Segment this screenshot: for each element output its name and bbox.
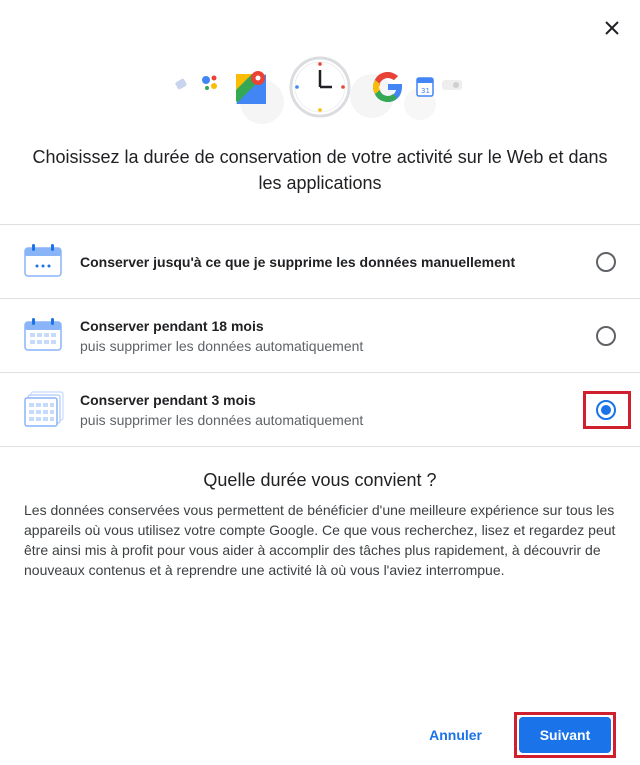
hero-illustration: 31 xyxy=(175,56,462,124)
dialog-title: Choisissez la durée de conservation de v… xyxy=(32,147,608,193)
info-heading: Quelle durée vous convient ? xyxy=(203,470,437,490)
svg-text:31: 31 xyxy=(421,87,430,95)
tag-icon xyxy=(175,78,187,90)
next-button[interactable]: Suivant xyxy=(519,717,611,753)
info-body: Les données conservées vous permettent d… xyxy=(24,502,616,578)
close-icon xyxy=(605,21,619,35)
maps-icon xyxy=(236,71,266,104)
calendar-icon xyxy=(24,243,62,277)
cancel-button[interactable]: Annuler xyxy=(429,727,482,743)
assistant-icon xyxy=(202,75,217,90)
option-manual[interactable]: Conserver jusqu'à ce que je supprime les… xyxy=(0,225,640,299)
close-button[interactable] xyxy=(598,14,626,42)
dialog-footer: Annuler Suivant xyxy=(429,712,616,758)
option-title: Conserver jusqu'à ce que je supprime les… xyxy=(80,253,516,270)
clock-icon xyxy=(289,56,351,118)
calendar-small-icon: 31 xyxy=(416,77,434,97)
camera-icon xyxy=(442,80,462,90)
retention-options: Conserver jusqu'à ce que je supprime les… xyxy=(0,224,640,447)
option-title: Conserver pendant 3 mois xyxy=(80,391,256,408)
option-title: Conserver pendant 18 mois xyxy=(80,317,264,334)
option-subtitle: puis supprimer les données automatiqueme… xyxy=(80,411,364,428)
radio-manual[interactable] xyxy=(596,251,616,272)
calendar-stack-icon xyxy=(24,390,64,427)
calendar-icon xyxy=(24,317,62,351)
option-3-months[interactable]: Conserver pendant 3 mois puis supprimer … xyxy=(0,373,640,447)
option-18-months[interactable]: Conserver pendant 18 mois puis supprimer… xyxy=(0,299,640,373)
radio-18-months[interactable] xyxy=(596,325,616,346)
next-button-highlight: Suivant xyxy=(514,712,616,758)
option-subtitle: puis supprimer les données automatiqueme… xyxy=(80,337,364,354)
radio-3-months[interactable] xyxy=(596,399,616,420)
